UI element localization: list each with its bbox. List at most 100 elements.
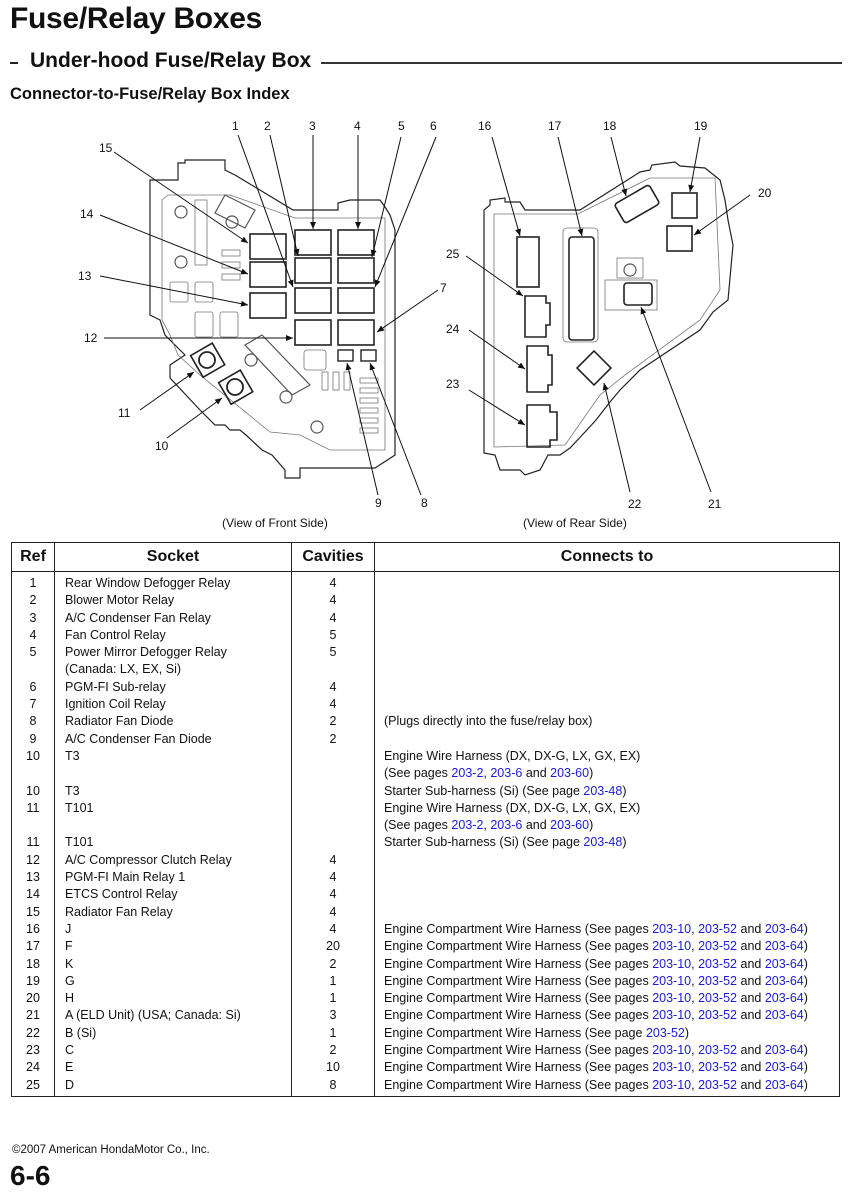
cell-socket: PGM-FI Main Relay 1 [54,869,292,887]
page-link[interactable]: 203-2 [451,766,483,780]
page-link[interactable]: 203-10 [652,1078,691,1092]
page-link[interactable]: 203-2 [451,818,483,832]
cell-ref: 25 [11,1076,55,1097]
cell-connects-to: Engine Compartment Wire Harness (See pag… [374,990,840,1008]
page-link[interactable]: 203-52 [646,1026,685,1040]
table-row: 4 Fan Control Relay 5 [11,626,840,645]
socket-6 [337,287,375,314]
socket-line: Ignition Coil Relay [65,697,166,712]
callout-23: 23 [446,377,460,391]
page-link[interactable]: 203-60 [550,766,589,780]
socket-line: T101 [65,800,94,815]
socket-line: A (ELD Unit) (USA; Canada: Si) [65,1008,241,1023]
socket-line: H [65,991,75,1006]
section-title: Under-hood Fuse/Relay Box [30,49,312,72]
page-link[interactable]: 203-52 [698,922,737,936]
table-row: 21 A (ELD Unit) (USA; Canada: Si) 3 Engine … [11,1007,840,1025]
connects-text: Engine Compartment Wire Harness (See pag… [384,1008,653,1023]
socket-line: Radiator Fan Diode [65,714,174,729]
page-link[interactable]: 203-10 [652,974,691,988]
cell-ref: 12 [11,851,55,870]
table-row: 8 Radiator Fan Diode 2 (Plugs directly into… [11,713,840,731]
connects-text: Engine Wire Harness (DX, DX-G, LX, GX, E… [384,800,641,815]
page-link[interactable]: 203-52 [698,939,737,953]
section-heading: Under-hood Fuse/Relay Box [10,46,842,76]
page-link[interactable]: 203-52 [698,1043,737,1057]
connects-text: Engine Compartment Wire Harness (See pag… [384,1025,646,1040]
callout-12: 12 [84,331,98,345]
page-link[interactable]: 203-52 [698,1060,737,1074]
page-link[interactable]: 203-10 [652,1043,691,1057]
page-link[interactable]: 203-6 [490,818,522,832]
connects-text: and [522,818,551,833]
cell-socket: J [54,920,292,939]
page-link[interactable]: 203-10 [652,957,691,971]
page-link[interactable]: 203-64 [765,922,804,936]
page-link[interactable]: 203-64 [765,939,804,953]
page-link[interactable]: 203-52 [698,1008,737,1022]
cell-cavities [291,834,375,852]
page-link[interactable]: 203-64 [765,974,804,988]
page-link[interactable]: 203-52 [698,991,737,1005]
connects-text: and [737,973,765,988]
socket-line: PGM-FI Sub-relay [65,679,166,694]
page-link[interactable]: 203-52 [698,1078,737,1092]
page-link[interactable]: 203-64 [765,957,804,971]
cell-cavities: 10 [291,1059,375,1077]
connects-text: ) [803,1008,808,1023]
copyright: ©2007 American HondaMotor Co., Inc. [12,1144,210,1156]
cell-ref: 15 [11,903,55,921]
page-link[interactable]: 203-64 [765,1043,804,1057]
cell-socket: H [54,990,292,1008]
socket-line: A/C Condenser Fan Relay [65,610,211,625]
connects-text: and [737,956,765,971]
page-link[interactable]: 203-10 [652,922,691,936]
page-link[interactable]: 203-10 [652,939,691,953]
cell-ref: 23 [11,1042,55,1060]
callout-17: 17 [548,119,562,133]
page-link[interactable]: 203-52 [698,974,737,988]
socket-24 [526,345,553,393]
cell-ref: 21 [11,1007,55,1025]
terminal-11 [189,342,226,379]
page-link[interactable]: 203-10 [652,1008,691,1022]
table-row: 5 Power Mirror Defogger Relay (Canada: LX,… [11,644,840,679]
cell-ref: 16 [11,920,55,939]
cell-ref: 2 [11,592,55,610]
page-link[interactable]: 203-48 [583,784,622,798]
cell-socket: B (Si) [54,1024,292,1043]
cell-cavities: 4 [291,592,375,610]
connects-text: ) [803,921,808,936]
cell-connects-to [374,851,840,870]
socket-17 [568,236,595,341]
page-link[interactable]: 203-64 [765,1078,804,1092]
connects-line: Engine Compartment Wire Harness (See pag… [384,990,839,1007]
callout-19: 19 [694,119,708,133]
connects-text: ) [622,783,627,798]
page-link[interactable]: 203-64 [765,991,804,1005]
page-link[interactable]: 203-64 [765,1008,804,1022]
cell-connects-to [374,609,840,627]
cell-socket: T3 [54,747,292,783]
connects-text: Engine Compartment Wire Harness (See pag… [384,991,653,1006]
page-link[interactable]: 203-10 [652,1060,691,1074]
page-link[interactable]: 203-48 [583,835,622,849]
rear-view-caption: (View of Rear Side) [523,516,627,530]
socket-22 [575,349,613,387]
table-row: 11 T101 Starter Sub-harness (Si) (See page… [11,834,840,852]
cell-ref: 5 [11,644,55,679]
page-link[interactable]: 203-60 [550,818,589,832]
socket-12 [294,319,332,346]
callout-18: 18 [603,119,617,133]
page-link[interactable]: 203-10 [652,991,691,1005]
cell-cavities: 1 [291,1024,375,1043]
connects-line: Engine Compartment Wire Harness (See pag… [384,1042,839,1059]
page-link[interactable]: 203-6 [490,766,522,780]
cell-connects-to [374,886,840,904]
header-ref: Ref [11,542,55,572]
page-link[interactable]: 203-52 [698,957,737,971]
cell-connects-to: Starter Sub-harness (Si) (See page 203-4… [374,782,840,800]
page-link[interactable]: 203-64 [765,1060,804,1074]
rear-view [483,161,734,476]
socket-19 [671,192,698,219]
